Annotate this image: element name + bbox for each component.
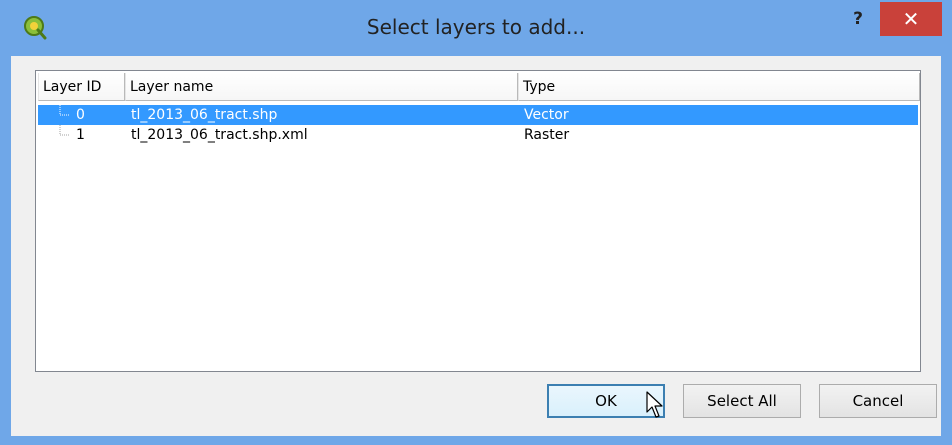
layer-id-cell: 0 [76,107,85,123]
layer-name-cell: tl_2013_06_tract.shp [131,107,278,123]
dialog-title: Select layers to add... [366,15,586,39]
table-row[interactable]: 0 tl_2013_06_tract.shp Vector [38,105,918,125]
table-row[interactable]: 1 tl_2013_06_tract.shp.xml Raster [38,125,918,145]
title-bar[interactable]: Select layers to add... ? ✕ [0,0,952,56]
help-button[interactable]: ? [840,4,876,34]
select-all-button[interactable]: Select All [683,384,801,418]
table-header: Layer ID Layer name Type [38,73,920,102]
close-button[interactable]: ✕ [880,2,942,36]
tree-branch-icon [59,125,70,136]
layer-type-cell: Raster [524,127,570,143]
layer-id-cell: 1 [76,127,85,143]
layer-type-cell: Vector [524,107,569,123]
dialog-window: Select layers to add... ? ✕ Layer ID Lay… [0,0,952,445]
column-header-layer-id[interactable]: Layer ID [38,73,125,101]
tree-branch-icon [59,105,70,116]
dialog-body: Layer ID Layer name Type 0 tl_2013_06_tr… [11,56,941,436]
column-header-layer-name[interactable]: Layer name [125,73,518,101]
cancel-button[interactable]: Cancel [819,384,937,418]
mouse-pointer-icon [646,391,663,418]
column-header-type[interactable]: Type [518,73,920,101]
layer-name-cell: tl_2013_06_tract.shp.xml [131,127,308,143]
layers-table[interactable]: Layer ID Layer name Type 0 tl_2013_06_tr… [35,70,921,372]
